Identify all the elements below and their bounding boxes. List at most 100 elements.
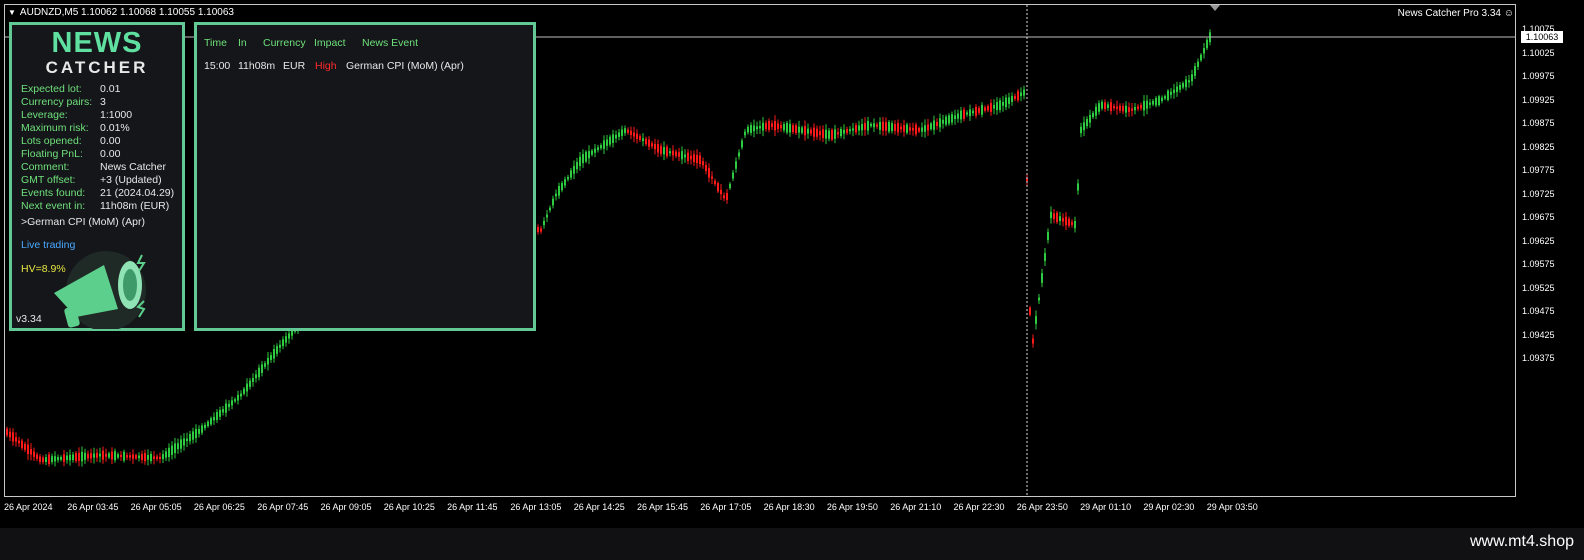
candle-body (630, 130, 632, 135)
candle-body (6, 428, 8, 436)
candle-body (225, 403, 227, 413)
candle-body (288, 333, 290, 339)
candle-body (1059, 216, 1061, 222)
dropdown-triangle-icon[interactable]: ▼ (8, 8, 16, 17)
candle-body (1116, 106, 1118, 109)
candle-body (249, 380, 251, 387)
candle-body (180, 439, 182, 449)
candle-body (1113, 106, 1115, 109)
candle-body (1164, 96, 1166, 99)
chart-shift-marker-icon[interactable] (1210, 5, 1220, 11)
candle-body (942, 119, 944, 124)
price-axis-label: 1.10025 (1522, 47, 1555, 58)
candle-body (687, 152, 689, 161)
candle-body (36, 454, 38, 459)
candle-body (675, 151, 677, 156)
candle-body (201, 425, 203, 433)
candle-body (876, 124, 878, 127)
price-axis-label: 1.09625 (1522, 235, 1555, 246)
candle-body (1176, 86, 1178, 93)
candle-body (882, 121, 884, 131)
candle-body (1188, 80, 1190, 83)
candle-body (1173, 89, 1175, 94)
candle-body (1020, 92, 1022, 96)
time-axis-label: 26 Apr 07:45 (257, 502, 309, 512)
price-axis-label: 1.09675 (1522, 212, 1555, 222)
candle-body (639, 136, 641, 140)
candle-body (870, 123, 872, 127)
candle-body (597, 147, 599, 151)
candle-body (843, 129, 845, 134)
candle-body (126, 455, 128, 458)
candle-body (777, 123, 779, 129)
candle-body (1062, 218, 1064, 222)
header-impact: Impact (314, 37, 346, 49)
current-price-tag: 1.10063 (1521, 31, 1563, 43)
candle-body (267, 357, 269, 365)
candle-body (279, 344, 281, 348)
candle-body (579, 156, 581, 167)
candle-body (789, 123, 791, 133)
candle-body (756, 126, 758, 130)
candle-body (93, 453, 95, 458)
candle-body (933, 120, 935, 130)
candle-body (546, 214, 548, 218)
candle-body (84, 452, 86, 460)
candle-body (102, 450, 104, 460)
candle-body (141, 454, 143, 460)
candle-body (147, 454, 149, 460)
candle-body (741, 140, 743, 148)
candle-body (63, 454, 65, 462)
time-axis-label: 26 Apr 14:25 (573, 502, 625, 512)
candle-body (828, 130, 830, 139)
candle-body (567, 176, 569, 180)
header-time: Time (204, 37, 227, 49)
candle-body (975, 106, 977, 116)
time-axis-label: 26 Apr 22:30 (953, 502, 1005, 512)
candle-body (1038, 297, 1040, 301)
time-axis-label: 26 Apr 13:05 (510, 502, 562, 512)
candle-body (729, 183, 731, 189)
candle-body (804, 125, 806, 136)
candle-body (1104, 102, 1106, 109)
hv-value: HV=8.9% (21, 263, 66, 275)
candle-body (1167, 90, 1169, 100)
candle-body (900, 126, 902, 130)
candle-body (750, 125, 752, 133)
candle-body (222, 409, 224, 413)
candle-body (747, 126, 749, 133)
candle-body (69, 454, 71, 461)
candle-body (537, 227, 539, 232)
candle-body (705, 165, 707, 171)
time-axis-label: 26 Apr 19:50 (826, 502, 878, 512)
candle-body (906, 124, 908, 133)
logo-catcher-text: CATCHER (45, 58, 149, 77)
candle-body (738, 152, 740, 157)
chart-window[interactable]: ▼ AUDNZD,M5 1.10062 1.10068 1.10055 1.100… (0, 0, 1584, 528)
candle-body (171, 445, 173, 455)
candle-body (1101, 101, 1103, 109)
candle-body (573, 165, 575, 174)
candle-body (549, 207, 551, 211)
price-axis-label: 1.09825 (1522, 141, 1555, 152)
time-axis-label: 26 Apr 10:25 (383, 502, 435, 512)
info-row-expected-lot: Expected lot: 0.01 (21, 83, 121, 95)
price-axis-label: 1.09875 (1522, 118, 1555, 128)
candle-body (135, 455, 137, 459)
candle-body (105, 453, 107, 457)
candle-body (1068, 218, 1070, 226)
candle-body (555, 193, 557, 197)
candle-body (660, 146, 662, 154)
candle-body (765, 122, 767, 130)
candle-body (1155, 98, 1157, 106)
candle-body (168, 447, 170, 457)
candle-body (678, 152, 680, 157)
time-axis-label: 29 Apr 01:10 (1080, 502, 1132, 512)
candle-body (624, 128, 626, 134)
event-currency: EUR (283, 60, 306, 72)
candle-body (852, 128, 854, 131)
candle-body (138, 455, 140, 459)
candle-body (855, 125, 857, 133)
candle-body (165, 451, 167, 458)
candle-body (1158, 96, 1160, 106)
